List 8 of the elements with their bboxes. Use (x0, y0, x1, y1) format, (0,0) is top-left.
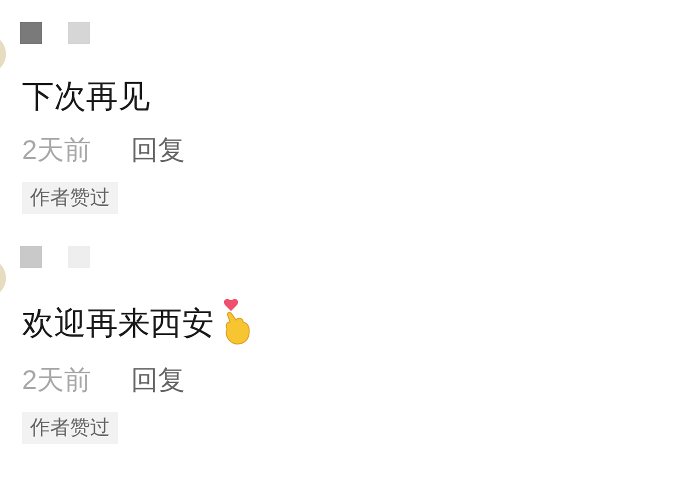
reply-link[interactable]: 回复 (131, 362, 186, 398)
author-liked-tag: 作者赞过 (22, 182, 118, 214)
timestamp: 2天前 (22, 134, 92, 167)
author-liked-tag: 作者赞过 (22, 412, 118, 444)
comment-text: 欢迎再来西安 (22, 304, 214, 343)
timestamp: 2天前 (22, 364, 92, 397)
comment-text: 下次再见 (22, 77, 150, 116)
reply-link[interactable]: 回复 (131, 132, 186, 168)
